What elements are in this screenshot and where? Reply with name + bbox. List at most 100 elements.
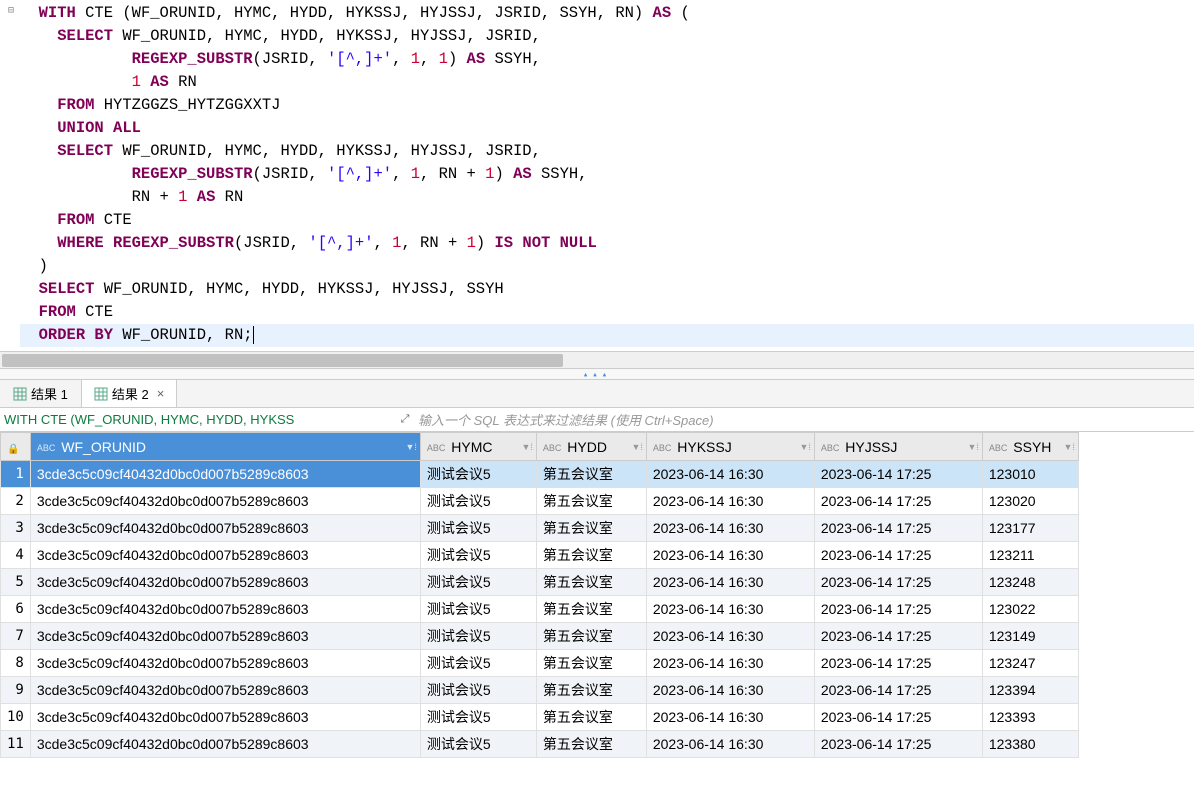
table-row[interactable]: 13cde3c5c09cf40432d0bc0d007b5289c8603测试会…	[1, 461, 1079, 488]
cell[interactable]: 2023-06-14 16:30	[646, 569, 814, 596]
cell[interactable]: 测试会议5	[420, 569, 536, 596]
table-row[interactable]: 103cde3c5c09cf40432d0bc0d007b5289c8603测试…	[1, 704, 1079, 731]
sql-editor[interactable]: ⊟ WITH CTE (WF_ORUNID, HYMC, HYDD, HYKSS…	[0, 0, 1194, 351]
cell[interactable]: 123380	[982, 731, 1078, 758]
cell[interactable]: 2023-06-14 17:25	[814, 677, 982, 704]
table-row[interactable]: 83cde3c5c09cf40432d0bc0d007b5289c8603测试会…	[1, 650, 1079, 677]
cell[interactable]: 123393	[982, 704, 1078, 731]
cell[interactable]: 第五会议室	[536, 677, 646, 704]
row-number[interactable]: 7	[1, 623, 31, 650]
cell[interactable]: 测试会议5	[420, 623, 536, 650]
scrollbar-thumb[interactable]	[2, 354, 563, 367]
cell[interactable]: 第五会议室	[536, 731, 646, 758]
cell[interactable]: 2023-06-14 17:25	[814, 461, 982, 488]
results-tab-2[interactable]: 结果 2×	[81, 379, 177, 407]
cell[interactable]: 2023-06-14 17:25	[814, 488, 982, 515]
cell[interactable]: 3cde3c5c09cf40432d0bc0d007b5289c8603	[30, 569, 420, 596]
column-header-ssyh[interactable]: ABC SSYH▼⁞	[982, 433, 1078, 461]
row-number[interactable]: 1	[1, 461, 31, 488]
cell[interactable]: 测试会议5	[420, 515, 536, 542]
row-number[interactable]: 3	[1, 515, 31, 542]
row-number[interactable]: 10	[1, 704, 31, 731]
cell[interactable]: 2023-06-14 17:25	[814, 542, 982, 569]
cell[interactable]: 3cde3c5c09cf40432d0bc0d007b5289c8603	[30, 704, 420, 731]
editor-horizontal-scrollbar[interactable]	[0, 351, 1194, 368]
cell[interactable]: 测试会议5	[420, 461, 536, 488]
cell[interactable]: 123248	[982, 569, 1078, 596]
cell[interactable]: 2023-06-14 17:25	[814, 515, 982, 542]
column-header-hykssj[interactable]: ABC HYKSSJ▼⁞	[646, 433, 814, 461]
cell[interactable]: 2023-06-14 17:25	[814, 569, 982, 596]
cell[interactable]: 2023-06-14 17:25	[814, 623, 982, 650]
close-icon[interactable]: ×	[157, 386, 165, 401]
cell[interactable]: 第五会议室	[536, 542, 646, 569]
cell[interactable]: 123394	[982, 677, 1078, 704]
cell[interactable]: 3cde3c5c09cf40432d0bc0d007b5289c8603	[30, 515, 420, 542]
cell[interactable]: 第五会议室	[536, 623, 646, 650]
table-row[interactable]: 113cde3c5c09cf40432d0bc0d007b5289c8603测试…	[1, 731, 1079, 758]
column-filter-icon[interactable]: ▼⁞	[1063, 442, 1074, 452]
cell[interactable]: 2023-06-14 16:30	[646, 677, 814, 704]
cell[interactable]: 测试会议5	[420, 677, 536, 704]
table-row[interactable]: 73cde3c5c09cf40432d0bc0d007b5289c8603测试会…	[1, 623, 1079, 650]
cell[interactable]: 第五会议室	[536, 515, 646, 542]
filter-expression-input[interactable]: 输入一个 SQL 表达式来过滤结果 (使用 Ctrl+Space)	[414, 410, 1194, 429]
cell[interactable]: 2023-06-14 16:30	[646, 461, 814, 488]
column-filter-icon[interactable]: ▼⁞	[967, 442, 978, 452]
table-row[interactable]: 23cde3c5c09cf40432d0bc0d007b5289c8603测试会…	[1, 488, 1079, 515]
cell[interactable]: 123022	[982, 596, 1078, 623]
cell[interactable]: 123020	[982, 488, 1078, 515]
table-row[interactable]: 63cde3c5c09cf40432d0bc0d007b5289c8603测试会…	[1, 596, 1079, 623]
cell[interactable]: 2023-06-14 17:25	[814, 650, 982, 677]
row-number[interactable]: 8	[1, 650, 31, 677]
column-filter-icon[interactable]: ▼⁞	[631, 442, 642, 452]
cell[interactable]: 2023-06-14 17:25	[814, 731, 982, 758]
fold-toggle-icon[interactable]: ⊟	[8, 5, 18, 15]
row-number[interactable]: 2	[1, 488, 31, 515]
cell[interactable]: 第五会议室	[536, 488, 646, 515]
cell[interactable]: 3cde3c5c09cf40432d0bc0d007b5289c8603	[30, 731, 420, 758]
row-number[interactable]: 4	[1, 542, 31, 569]
cell[interactable]: 123247	[982, 650, 1078, 677]
cell[interactable]: 测试会议5	[420, 596, 536, 623]
pane-splitter[interactable]: ▴▴▴	[0, 368, 1194, 380]
table-row[interactable]: 93cde3c5c09cf40432d0bc0d007b5289c8603测试会…	[1, 677, 1079, 704]
cell[interactable]: 123010	[982, 461, 1078, 488]
cell[interactable]: 123149	[982, 623, 1078, 650]
row-number[interactable]: 6	[1, 596, 31, 623]
cell[interactable]: 123211	[982, 542, 1078, 569]
cell[interactable]: 2023-06-14 16:30	[646, 488, 814, 515]
expand-sql-icon[interactable]: ⤢	[396, 413, 414, 426]
cell[interactable]: 123177	[982, 515, 1078, 542]
cell[interactable]: 3cde3c5c09cf40432d0bc0d007b5289c8603	[30, 461, 420, 488]
column-filter-icon[interactable]: ▼⁞	[799, 442, 810, 452]
cell[interactable]: 2023-06-14 16:30	[646, 704, 814, 731]
table-row[interactable]: 53cde3c5c09cf40432d0bc0d007b5289c8603测试会…	[1, 569, 1079, 596]
cell[interactable]: 2023-06-14 16:30	[646, 731, 814, 758]
cell[interactable]: 测试会议5	[420, 542, 536, 569]
column-header-hyjssj[interactable]: ABC HYJSSJ▼⁞	[814, 433, 982, 461]
column-filter-icon[interactable]: ▼⁞	[405, 442, 416, 452]
row-number[interactable]: 9	[1, 677, 31, 704]
cell[interactable]: 3cde3c5c09cf40432d0bc0d007b5289c8603	[30, 596, 420, 623]
cell[interactable]: 2023-06-14 16:30	[646, 596, 814, 623]
row-number[interactable]: 5	[1, 569, 31, 596]
column-header-hydd[interactable]: ABC HYDD▼⁞	[536, 433, 646, 461]
cell[interactable]: 第五会议室	[536, 650, 646, 677]
results-tab-1[interactable]: 结果 1	[0, 379, 81, 407]
cell[interactable]: 2023-06-14 16:30	[646, 542, 814, 569]
cell[interactable]: 3cde3c5c09cf40432d0bc0d007b5289c8603	[30, 623, 420, 650]
cell[interactable]: 第五会议室	[536, 704, 646, 731]
column-header-wf_orunid[interactable]: ABC WF_ORUNID▼⁞	[30, 433, 420, 461]
cell[interactable]: 2023-06-14 17:25	[814, 704, 982, 731]
cell[interactable]: 第五会议室	[536, 569, 646, 596]
cell[interactable]: 测试会议5	[420, 704, 536, 731]
column-filter-icon[interactable]: ▼⁞	[521, 442, 532, 452]
results-grid[interactable]: 🔒ABC WF_ORUNID▼⁞ABC HYMC▼⁞ABC HYDD▼⁞ABC …	[0, 432, 1194, 801]
cell[interactable]: 2023-06-14 16:30	[646, 515, 814, 542]
cell[interactable]: 3cde3c5c09cf40432d0bc0d007b5289c8603	[30, 488, 420, 515]
cell[interactable]: 3cde3c5c09cf40432d0bc0d007b5289c8603	[30, 650, 420, 677]
cell[interactable]: 2023-06-14 16:30	[646, 650, 814, 677]
cell[interactable]: 2023-06-14 16:30	[646, 623, 814, 650]
column-header-hymc[interactable]: ABC HYMC▼⁞	[420, 433, 536, 461]
